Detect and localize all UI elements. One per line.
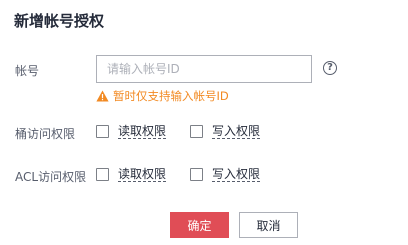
bucket-read-label[interactable]: 读取权限	[118, 124, 167, 139]
account-warning: 暂时仅支持输入帐号ID	[96, 88, 229, 104]
bucket-access-label: 桶访问权限	[15, 127, 76, 141]
bucket-write-label[interactable]: 写入权限	[212, 124, 261, 139]
acl-write-label[interactable]: 写入权限	[212, 167, 261, 182]
acl-write-checkbox[interactable]	[190, 168, 203, 181]
confirm-button[interactable]: 确定	[170, 212, 229, 238]
cancel-button[interactable]: 取消	[239, 212, 298, 238]
warning-text: 暂时仅支持输入帐号ID	[113, 89, 229, 103]
account-id-input[interactable]	[96, 55, 312, 83]
bucket-write-checkbox[interactable]	[190, 125, 203, 138]
bucket-read-checkbox[interactable]	[96, 125, 109, 138]
acl-read-checkbox[interactable]	[96, 168, 109, 181]
acl-access-label: ACL访问权限	[15, 170, 87, 184]
acl-read-label[interactable]: 读取权限	[118, 167, 167, 182]
help-icon[interactable]: ?	[323, 61, 337, 75]
dialog-title: 新增帐号授权	[14, 12, 105, 30]
warning-icon	[96, 90, 109, 102]
account-label: 帐号	[15, 64, 40, 78]
